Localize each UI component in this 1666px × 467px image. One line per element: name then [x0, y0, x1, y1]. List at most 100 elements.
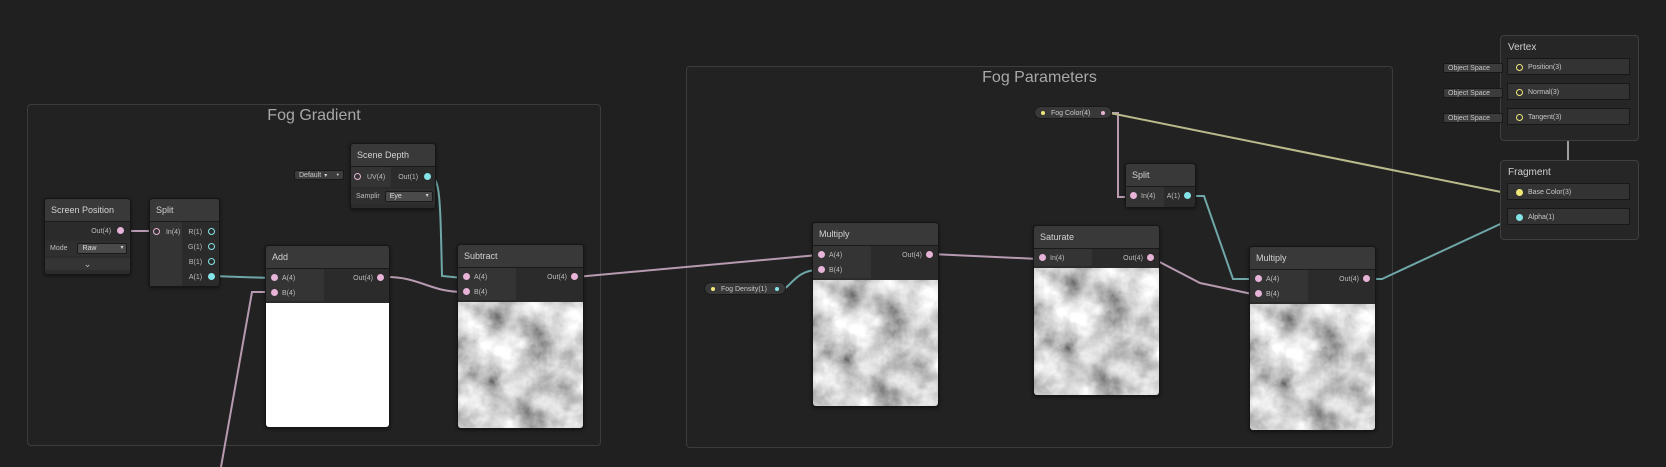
block-alpha[interactable]: Alpha(1) — [1507, 208, 1630, 225]
output-port[interactable] — [571, 272, 578, 280]
input-port[interactable] — [818, 250, 825, 258]
input-port[interactable] — [1130, 191, 1137, 199]
output-port-row[interactable]: G(1) — [188, 240, 215, 255]
output-port-row[interactable]: B(1) — [188, 255, 215, 270]
node-title[interactable]: Multiply — [1250, 247, 1375, 270]
output-port[interactable] — [377, 273, 384, 281]
master-stack-vertex[interactable]: Vertex Position(3) Normal(3) Tangent(3) — [1500, 35, 1639, 141]
input-port[interactable] — [271, 273, 278, 281]
input-port-row[interactable]: B(4) — [271, 286, 295, 301]
output-port-row[interactable]: R(1) — [188, 225, 215, 240]
sampling-dropdown[interactable]: Eye ▾ — [384, 190, 433, 202]
output-port[interactable] — [208, 272, 215, 280]
block-label: Alpha(1) — [1528, 214, 1555, 221]
input-port[interactable] — [153, 227, 160, 235]
input-port[interactable] — [1516, 189, 1523, 196]
output-port-row[interactable]: Out(4) — [1339, 272, 1370, 287]
output-port-row[interactable]: Out(4) — [353, 271, 384, 286]
input-port-row[interactable]: A(4) — [463, 270, 487, 285]
input-port-row[interactable]: B(4) — [1255, 287, 1279, 302]
field-value: Default — [299, 172, 322, 179]
uv-default-field[interactable]: Default ▾ • — [294, 170, 344, 180]
input-port-row[interactable]: A(4) — [1255, 272, 1279, 287]
mode-dropdown[interactable]: Raw ▾ — [77, 242, 128, 254]
output-port-row[interactable]: A(1) — [1167, 189, 1191, 204]
node-title[interactable]: Screen Position — [45, 199, 130, 222]
preview-white — [266, 303, 389, 427]
input-port-row[interactable]: A(4) — [271, 271, 295, 286]
output-port[interactable] — [1101, 111, 1105, 115]
input-port[interactable] — [1255, 289, 1262, 297]
dropdown-value: Raw — [82, 244, 97, 252]
input-port[interactable] — [1516, 114, 1523, 121]
node-title[interactable]: Subtract — [458, 245, 583, 268]
object-space-field-normal[interactable]: Object Space — [1443, 88, 1503, 98]
property-fog-color[interactable]: Fog Color(4) — [1034, 106, 1112, 119]
port-label: A(1) — [1166, 193, 1180, 200]
input-port-row[interactable]: UV(4) — [354, 170, 385, 185]
block-base-color[interactable]: Base Color(3) — [1507, 183, 1630, 200]
node-multiply-1[interactable]: Multiply A(4) B(4) Out(4) — [812, 222, 939, 407]
node-split-2[interactable]: Split In(4) A(1) — [1125, 163, 1196, 208]
input-port[interactable] — [463, 272, 470, 280]
node-title[interactable]: Split — [150, 199, 219, 222]
port-label: A(1) — [188, 274, 203, 281]
object-space-field-position[interactable]: Object Space — [1443, 63, 1503, 73]
input-port[interactable] — [1039, 253, 1046, 261]
output-port-row[interactable]: Out(4) — [45, 224, 130, 239]
output-port-row[interactable]: Out(4) — [902, 248, 933, 263]
master-stack-fragment[interactable]: Fragment Base Color(3) Alpha(1) — [1500, 160, 1639, 240]
output-port[interactable] — [1363, 274, 1370, 282]
port-label: In(4) — [1050, 255, 1065, 262]
node-title[interactable]: Saturate — [1034, 226, 1159, 249]
input-port[interactable] — [1516, 64, 1523, 71]
output-port-row[interactable]: Out(4) — [547, 270, 578, 285]
node-multiply-2[interactable]: Multiply A(4) B(4) Out(4) — [1249, 246, 1376, 431]
input-port-row[interactable]: A(4) — [818, 248, 842, 263]
node-screen-position[interactable]: Screen Position Out(4) Mode Raw ▾ ⌄ — [44, 198, 131, 275]
preview-noise — [1034, 268, 1159, 395]
input-port-row[interactable]: B(4) — [818, 263, 842, 278]
node-saturate[interactable]: Saturate In(4) Out(4) — [1033, 225, 1160, 396]
property-fog-density[interactable]: Fog Density(1) — [704, 282, 786, 295]
output-port[interactable] — [1184, 191, 1191, 199]
output-port-row[interactable]: Out(1) — [398, 170, 431, 185]
input-port-row[interactable]: In(4) — [1039, 251, 1064, 266]
input-port-row[interactable]: In(4) — [153, 225, 180, 240]
input-port-row[interactable]: In(4) — [1130, 189, 1155, 204]
group-title[interactable]: Fog Gradient — [28, 107, 600, 125]
input-port[interactable] — [818, 265, 825, 273]
output-port[interactable] — [117, 226, 124, 234]
node-add[interactable]: Add A(4) B(4) Out(4) — [265, 245, 390, 428]
input-port[interactable] — [271, 288, 278, 296]
node-split-1[interactable]: Split In(4) R(1) G(1) B(1) A(1) — [149, 198, 220, 287]
node-title[interactable]: Add — [266, 246, 389, 269]
node-title[interactable]: Split — [1126, 164, 1195, 187]
output-port[interactable] — [208, 227, 215, 235]
node-scene-depth[interactable]: Scene Depth UV(4) Out(1) Samplir Eye ▾ — [350, 143, 436, 209]
input-port[interactable] — [1255, 274, 1262, 282]
input-port[interactable] — [463, 287, 470, 295]
output-port-row[interactable]: A(1) — [188, 270, 215, 285]
output-port-row[interactable]: Out(4) — [1123, 251, 1154, 266]
output-port[interactable] — [775, 287, 779, 291]
collapse-toggle[interactable]: ⌄ — [45, 258, 130, 270]
output-port[interactable] — [208, 257, 215, 265]
node-subtract[interactable]: Subtract A(4) B(4) Out(4) — [457, 244, 584, 429]
input-port[interactable] — [354, 172, 361, 180]
group-title[interactable]: Fog Parameters — [687, 69, 1392, 87]
preview-noise — [1250, 304, 1375, 430]
output-port[interactable] — [208, 242, 215, 250]
block-tangent[interactable]: Tangent(3) — [1507, 108, 1630, 125]
input-port-row[interactable]: B(4) — [463, 285, 487, 300]
object-space-field-tangent[interactable]: Object Space — [1443, 113, 1503, 123]
input-port[interactable] — [1516, 214, 1523, 221]
output-port[interactable] — [424, 172, 431, 180]
node-title[interactable]: Multiply — [813, 223, 938, 246]
input-port[interactable] — [1516, 89, 1523, 96]
output-port[interactable] — [1147, 253, 1154, 261]
node-title[interactable]: Scene Depth — [351, 144, 435, 167]
output-port[interactable] — [926, 250, 933, 258]
block-normal[interactable]: Normal(3) — [1507, 83, 1630, 100]
block-position[interactable]: Position(3) — [1507, 58, 1630, 75]
